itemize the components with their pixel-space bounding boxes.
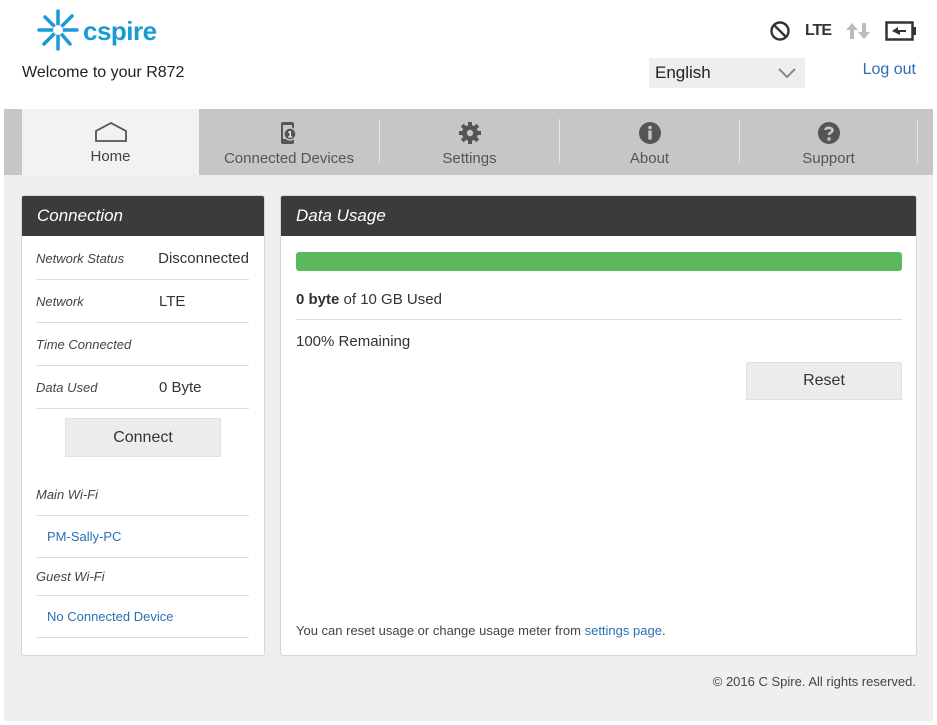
usage-remaining-text: 100% Remaining xyxy=(296,333,411,350)
connection-title: Connection xyxy=(22,196,264,236)
guest-wifi-device[interactable]: No Connected Device xyxy=(36,596,249,638)
connection-card: Connection Network Status Disconnected N… xyxy=(21,195,265,656)
language-value: English xyxy=(655,63,711,82)
tab-connected-devices[interactable]: 1 Connected Devices xyxy=(199,109,379,175)
brand-name: cspire xyxy=(83,16,157,46)
main-wifi-header: Main Wi-Fi xyxy=(36,474,249,516)
row-label: Network xyxy=(36,293,84,309)
info-icon xyxy=(638,122,661,144)
reset-button[interactable]: Reset xyxy=(746,362,902,400)
tab-about[interactable]: About xyxy=(560,109,739,175)
tab-home[interactable]: Home xyxy=(22,109,199,175)
device-icon: 1 xyxy=(281,122,297,144)
device-name: No Connected Device xyxy=(47,609,174,624)
logout-link[interactable]: Log out xyxy=(863,61,916,79)
network-status-row: Network Status Disconnected xyxy=(36,237,249,280)
tab-label: Support xyxy=(802,150,855,167)
cspire-logo: cspire xyxy=(36,6,176,56)
used-amount: 0 byte xyxy=(296,291,340,308)
usage-used-text: 0 byte of 10 GB Used xyxy=(296,291,442,308)
cspire-starburst-icon xyxy=(37,9,79,51)
main-nav: Home 1 Connected Devices Settings About … xyxy=(0,109,937,175)
data-used-row: Data Used 0 Byte xyxy=(36,366,249,409)
hint-end: . xyxy=(661,623,666,638)
guest-wifi-label: Guest Wi-Fi xyxy=(36,569,105,584)
usage-hint: You can reset usage or change usage mete… xyxy=(296,623,666,638)
tab-settings[interactable]: Settings xyxy=(380,109,559,175)
copyright: © 2016 C Spire. All rights reserved. xyxy=(712,674,916,689)
battery-charging-icon xyxy=(885,20,917,42)
home-icon xyxy=(94,121,127,142)
connect-button[interactable]: Connect xyxy=(65,418,221,457)
data-usage-title: Data Usage xyxy=(281,196,916,236)
network-row: Network LTE xyxy=(36,280,249,323)
tab-support[interactable]: Support xyxy=(740,109,917,175)
row-value: 0 Byte xyxy=(159,378,202,396)
divider xyxy=(296,319,902,320)
tab-label: Settings xyxy=(442,150,497,167)
data-arrows-icon xyxy=(845,21,871,41)
language-select[interactable]: English xyxy=(649,58,805,88)
main-content: Connection Network Status Disconnected N… xyxy=(4,175,933,721)
usage-progress-bar xyxy=(296,252,902,271)
device-name: PM-Sally-PC xyxy=(47,529,122,544)
question-icon xyxy=(817,122,840,144)
row-label: Time Connected xyxy=(36,336,132,352)
hint-text: You can reset usage or change usage mete… xyxy=(296,623,585,638)
data-usage-card: Data Usage 0 byte of 10 GB Used 100% Rem… xyxy=(280,195,917,656)
main-wifi-device[interactable]: PM-Sally-PC xyxy=(36,516,249,558)
guest-wifi-header: Guest Wi-Fi xyxy=(36,558,249,596)
gear-icon xyxy=(458,122,481,144)
header: cspire Welcome to your R872 LTE English … xyxy=(0,0,937,109)
network-type: LTE xyxy=(804,22,832,39)
usage-progress-fill xyxy=(296,252,902,271)
row-value: Disconnected xyxy=(158,249,249,267)
tab-label: Connected Devices xyxy=(223,150,355,167)
used-suffix: of 10 GB Used xyxy=(339,291,442,308)
tab-divider xyxy=(917,119,918,163)
main-wifi-label: Main Wi-Fi xyxy=(36,487,98,502)
welcome-text: Welcome to your R872 xyxy=(22,64,185,81)
chevron-down-icon xyxy=(777,65,797,85)
row-value: LTE xyxy=(159,292,186,310)
row-label: Network Status xyxy=(36,250,125,266)
tab-label: About xyxy=(629,150,670,167)
tab-label: Home xyxy=(90,148,131,165)
row-label: Data Used xyxy=(36,379,98,395)
settings-page-link[interactable]: settings page xyxy=(585,623,662,638)
device-count-badge: 1 xyxy=(287,130,292,140)
status-bar: LTE xyxy=(769,20,917,42)
time-connected-row: Time Connected xyxy=(36,323,249,366)
no-signal-icon xyxy=(769,20,791,42)
